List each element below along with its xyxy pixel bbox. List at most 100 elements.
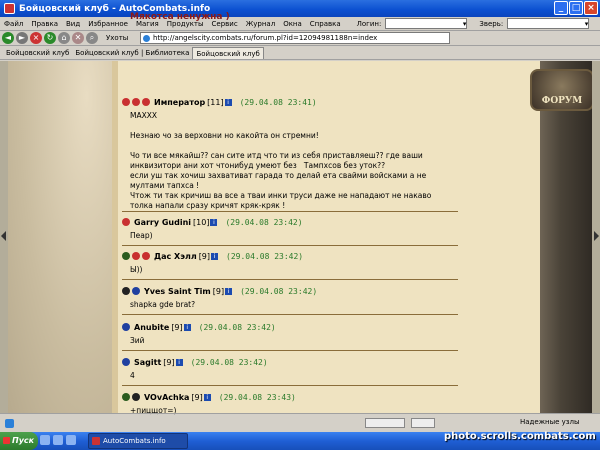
clan-icon [132,287,140,295]
post-date: (29.04.08 23:43) [218,392,296,402]
menu-file[interactable]: Файл [0,20,27,28]
collapse-left-icon[interactable] [1,231,6,241]
menu-journal[interactable]: Журнал [242,20,279,28]
clan-icon [132,98,140,106]
collapse-right-icon[interactable] [594,231,599,241]
info-icon[interactable]: i [211,252,219,260]
post: Sagitt [9] i (29.04.08 23:42) 4 [122,357,458,381]
right-panel-toggle[interactable] [592,61,600,413]
refresh-icon[interactable]: ↻ [44,32,56,44]
post-body: Зий [130,336,145,345]
align-icon [122,287,130,295]
stop-icon[interactable]: × [30,32,42,44]
address-bar[interactable]: http://angelscity.combats.ru/forum.pl?id… [140,32,450,44]
post-date: (29.04.08 23:42) [225,217,303,227]
info-icon[interactable]: i [225,287,233,295]
post-divider [122,279,458,280]
align-icon [122,252,130,260]
post: Дас Хэлл [9] i (29.04.08 23:42) Ы)) [122,251,458,275]
post-level: [10] [193,217,210,227]
align-icon [122,323,130,331]
quicklaunch-icon[interactable] [66,435,76,445]
post-date: (29.04.08 23:42) [198,322,276,332]
info-icon[interactable]: i [175,358,183,366]
left-panel-toggle[interactable] [0,61,8,413]
align-icon [122,218,130,226]
menu-bar: Файл Правка Вид Избранное Магия Продукты… [0,17,600,31]
post-author[interactable]: Дас Хэлл [154,252,197,261]
toolbar: ◄ ► × ↻ ⌂ ✕ ⌕ Ухоты http://angelscity.co… [0,31,600,46]
rank-icon [142,252,150,260]
forward-icon[interactable]: ► [16,32,28,44]
post-divider [122,350,458,351]
menu-view[interactable]: Вид [62,20,84,28]
post: Garry Gudini [10] i (29.04.08 23:42) Пеар) [122,217,458,241]
right-background [540,61,592,413]
quicklaunch-icon[interactable] [53,435,63,445]
rank-icon [142,98,150,106]
post-level: [9] [163,357,175,367]
post-level: [9] [171,322,183,332]
info-icon[interactable]: i [224,98,232,106]
post-divider [122,314,458,315]
tab-club[interactable]: Бойцовский клуб [3,47,72,59]
login-label: Логин: [356,19,382,28]
login-field[interactable]: ▾ [385,18,468,29]
page-status-icon [5,418,14,428]
post-level: [9] [212,286,225,296]
post-divider [122,211,458,212]
menu-favorites[interactable]: Избранное [84,20,132,28]
post-author[interactable]: Anubite [134,323,169,332]
post-date: (29.04.08 23:41) [239,97,317,107]
info-icon[interactable]: i [183,323,191,331]
post: Anubite [9] i (29.04.08 23:42) Зий [122,322,458,346]
post-author[interactable]: Sagitt [134,358,161,367]
back-icon[interactable]: ◄ [2,32,14,44]
tab-club-active[interactable]: Бойцовский клуб [192,46,264,59]
quicklaunch-icon[interactable] [40,435,50,445]
post-body: Пеар) [130,231,153,240]
menu-help[interactable]: Справка [306,20,345,28]
post-divider [122,385,458,386]
beast-label: Зверь: [479,19,504,28]
security-zone: Надежные узлы [520,418,580,426]
start-button[interactable]: Пуск [0,432,38,450]
post-body: MAXXX Незнаю чо за верховни но какойта о… [130,111,432,210]
post: Yves Saint Tim [9] i (29.04.08 23:42) shapk… [122,286,458,310]
post-author[interactable]: Император [154,98,205,107]
quick-launch [40,435,76,445]
post-date: (29.04.08 23:42) [226,251,304,261]
post-date: (29.04.08 23:42) [240,286,318,296]
post-author[interactable]: VOvAchka [144,393,189,402]
search-icon[interactable]: ⌕ [86,32,98,44]
clan-icon [132,252,140,260]
taskbar-item[interactable]: AutoCombats.info [88,433,188,449]
app-icon [4,3,15,14]
watermark: photo.scrolls.combats.com [444,431,596,442]
info-icon[interactable]: i [210,218,218,226]
minimize-button[interactable]: _ [554,1,568,15]
post-author[interactable]: Yves Saint Tim [144,287,211,296]
home-icon[interactable]: ⌂ [58,32,70,44]
close-button[interactable]: × [584,1,598,15]
beast-field[interactable]: ▾ [507,18,590,29]
info-icon[interactable]: i [203,393,211,401]
align-icon [122,393,130,401]
window-controls: _ □ × [554,1,598,15]
left-background [8,61,120,413]
post-level: [11] [207,97,224,107]
menu-edit[interactable]: Правка [27,20,62,28]
menu-windows[interactable]: Окна [279,20,306,28]
maximize-button[interactable]: □ [569,1,583,15]
status-gauge-2 [411,418,435,428]
post-divider [122,245,458,246]
status-gauge-1 [365,418,405,428]
post-author[interactable]: Garry Gudini [134,218,191,227]
status-bar: Надежные узлы [0,413,600,432]
favorites-button[interactable]: Ухоты [106,34,128,42]
post-level: [9] [198,251,211,261]
post-body: 4 [130,371,135,380]
clan-icon [132,393,140,401]
tab-library[interactable]: Бойцовский клуб | Библиотека [72,47,192,59]
tools-icon[interactable]: ✕ [72,32,84,44]
